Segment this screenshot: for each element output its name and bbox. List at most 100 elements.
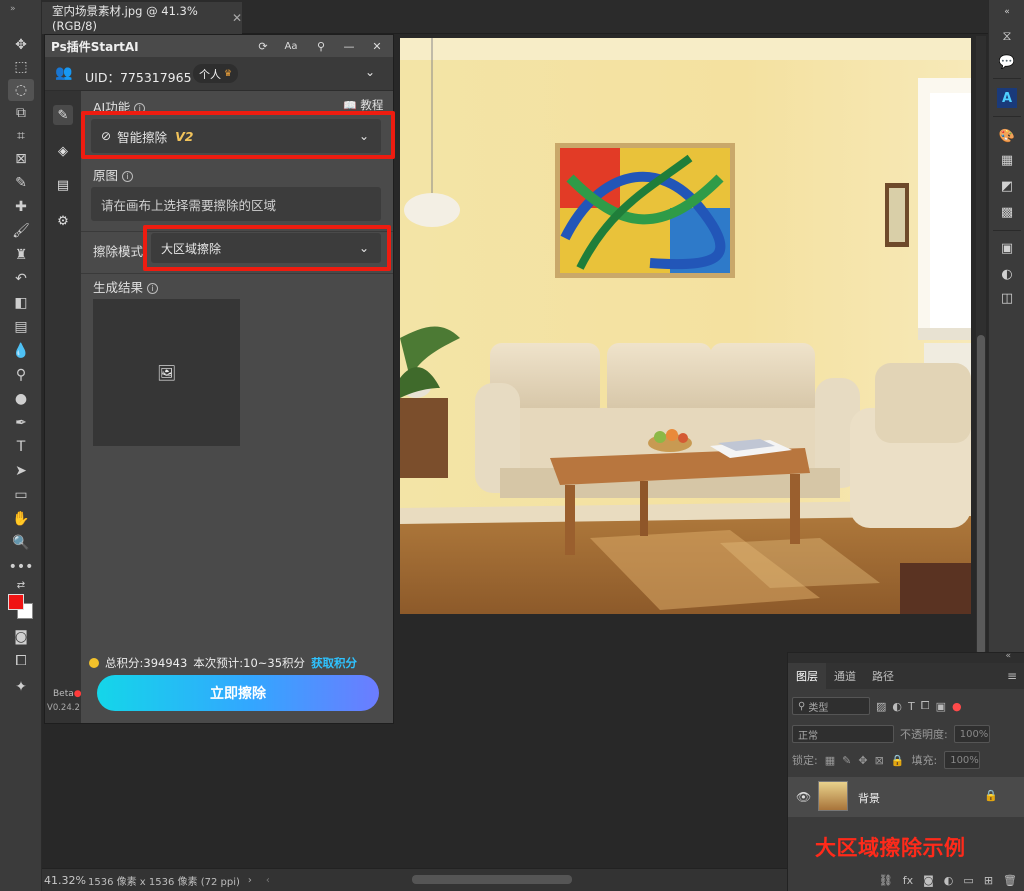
scroll-left-icon[interactable]: ‹ [266, 875, 270, 886]
minimize-icon[interactable]: — [341, 38, 357, 54]
clone-stamp-tool-icon[interactable]: ♜ [8, 244, 34, 266]
startai-plugin-icon[interactable]: A [997, 88, 1017, 108]
fill-input[interactable]: 100% [944, 751, 981, 769]
account-badge[interactable]: 个人 ♛ [193, 64, 239, 83]
history-panel-icon[interactable]: ⧖ [997, 26, 1017, 46]
user-menu-chevron-icon[interactable]: ⌄ [365, 65, 375, 79]
document-tab-bar: 室内场景素材.jpg @ 41.3%(RGB/8) ✕ [42, 0, 988, 34]
pen-tool-icon[interactable]: ✒ [8, 412, 34, 434]
lasso-tool-icon[interactable]: ◌ [8, 79, 34, 101]
history-brush-tool-icon[interactable]: ↶ [8, 268, 34, 290]
zoom-level[interactable]: 41.32% [42, 874, 88, 887]
generative-icon[interactable]: ✦ [8, 676, 34, 698]
edit-icon[interactable]: ✎ [53, 105, 73, 125]
properties-panel-icon[interactable]: ◫ [997, 288, 1017, 308]
new-group-icon[interactable]: ▭ [963, 874, 973, 887]
original-placeholder: 请在画布上选择需要擦除的区域 [101, 197, 277, 213]
burn-tool-icon[interactable]: ● [8, 388, 34, 410]
lock-artboard-icon[interactable]: ⊠ [875, 754, 884, 767]
settings-icon[interactable]: ⚙ [53, 211, 73, 231]
screen-mode-icon[interactable]: ⧠ [8, 650, 34, 672]
visibility-eye-icon[interactable]: 👁 [796, 790, 811, 804]
blend-mode-select[interactable]: 正常 [792, 725, 894, 743]
original-region-field[interactable]: 请在画布上选择需要擦除的区域 [91, 187, 381, 221]
quick-mask-icon[interactable]: ◙ [8, 626, 34, 648]
dodge-tool-icon[interactable]: ⚲ [8, 364, 34, 386]
filter-type-icon[interactable]: T [908, 700, 915, 713]
path-select-tool-icon[interactable]: ➤ [8, 460, 34, 482]
dock-grip-icon[interactable]: « [997, 2, 1017, 22]
kind-filter-select[interactable]: ⚲ 类型 [792, 697, 870, 715]
adjustment-layer-icon[interactable]: ◐ [944, 874, 954, 887]
zoom-tool-icon[interactable]: 🔍 [8, 532, 34, 554]
delete-layer-icon[interactable]: 🗑 [1003, 874, 1017, 887]
tools-panel: » ✥ ⬚ ◌ ⧉ ⌗ ⊠ ✎ ✚ 🖌 ♜ ↶ ◧ ▤ 💧 ⚲ ● ✒ T ➤ … [0, 0, 42, 891]
refresh-icon[interactable]: ⟳ [255, 38, 271, 54]
panel-menu-icon[interactable]: ≡ [1007, 669, 1017, 683]
document-icon[interactable]: ▤ [53, 175, 73, 195]
comments-panel-icon[interactable]: 💬 [997, 52, 1017, 72]
status-chevron-icon[interactable]: › [248, 875, 252, 886]
opacity-input[interactable]: 100% [953, 725, 990, 743]
layers-stack-icon[interactable]: ◈ [53, 141, 73, 161]
filter-adjust-icon[interactable]: ◐ [892, 700, 902, 713]
tab-layers[interactable]: 图层 [788, 663, 826, 689]
collapse-icon: « [1005, 651, 1011, 661]
canvas-image[interactable] [400, 38, 971, 614]
type-tool-icon[interactable]: T [8, 436, 34, 458]
new-layer-icon[interactable]: ⊞ [984, 874, 993, 887]
version-label: V0.24.2 [47, 703, 80, 713]
pin-icon[interactable]: ⚲ [313, 38, 329, 54]
get-points-link[interactable]: 获取积分 [311, 655, 357, 671]
vertical-scrollbar-thumb[interactable] [977, 335, 985, 655]
move-tool-icon[interactable]: ✥ [8, 34, 34, 56]
blur-tool-icon[interactable]: 💧 [8, 340, 34, 362]
lock-position-icon[interactable]: ✥ [858, 754, 867, 767]
lock-pixels-icon[interactable]: ▦ [825, 754, 835, 767]
layer-name[interactable]: 背景 [858, 790, 880, 806]
erase-now-button[interactable]: 立即擦除 [97, 675, 379, 711]
filter-toggle-icon[interactable]: ● [952, 700, 962, 713]
close-icon[interactable]: ✕ [369, 38, 385, 54]
libraries-panel-icon[interactable]: ▣ [997, 238, 1017, 258]
layers-footer: ⛓ fx ◙ ◐ ▭ ⊞ 🗑 [788, 869, 1024, 891]
lock-all-icon[interactable]: 🔒 [891, 754, 905, 767]
gradients-panel-icon[interactable]: ◩ [997, 176, 1017, 196]
foreground-color-swatch[interactable] [8, 594, 24, 610]
panel-grip-icon[interactable]: » [10, 4, 30, 14]
swatches-panel-icon[interactable]: ▦ [997, 150, 1017, 170]
object-select-tool-icon[interactable]: ⧉ [8, 102, 34, 124]
user-icon: 👥 [55, 65, 73, 81]
filter-smart-icon[interactable]: ▣ [936, 700, 946, 713]
layer-row-background[interactable]: 👁 背景 🔒 [788, 777, 1024, 817]
crop-tool-icon[interactable]: ⌗ [8, 125, 34, 147]
rectangle-tool-icon[interactable]: ▭ [8, 484, 34, 506]
close-tab-icon[interactable]: ✕ [232, 11, 242, 25]
result-image-placeholder: 🖼 [93, 299, 240, 446]
tab-paths[interactable]: 路径 [864, 663, 902, 689]
filter-pixel-icon[interactable]: ▨ [876, 700, 886, 713]
gradient-tool-icon[interactable]: ▤ [8, 316, 34, 338]
tab-channels[interactable]: 通道 [826, 663, 864, 689]
eraser-tool-icon[interactable]: ◧ [8, 292, 34, 314]
link-layers-icon[interactable]: ⛓ [879, 874, 893, 887]
healing-brush-tool-icon[interactable]: ✚ [8, 196, 34, 218]
eyedropper-tool-icon[interactable]: ✎ [8, 172, 34, 194]
add-mask-icon[interactable]: ◙ [923, 874, 934, 887]
brush-tool-icon[interactable]: 🖌 [8, 220, 34, 242]
document-tab[interactable]: 室内场景素材.jpg @ 41.3%(RGB/8) ✕ [42, 2, 242, 34]
swap-colors-icon[interactable]: ⇄ [8, 574, 34, 596]
lock-paint-icon[interactable]: ✎ [842, 754, 851, 767]
color-panel-icon[interactable]: 🎨 [997, 126, 1017, 146]
font-size-icon[interactable]: Aa [283, 38, 299, 54]
hand-tool-icon[interactable]: ✋ [8, 508, 34, 530]
adjustments-panel-icon[interactable]: ◐ [997, 264, 1017, 284]
patterns-panel-icon[interactable]: ▩ [997, 202, 1017, 222]
marquee-tool-icon[interactable]: ⬚ [8, 56, 34, 78]
filter-shape-icon[interactable]: ⧠ [921, 699, 930, 713]
fx-icon[interactable]: fx [903, 874, 913, 887]
layers-panel-grip[interactable]: « [788, 651, 1024, 663]
plugin-title: Ps插件StartAI [51, 39, 139, 54]
horizontal-scrollbar-thumb[interactable] [412, 875, 572, 884]
frame-tool-icon[interactable]: ⊠ [8, 148, 34, 170]
